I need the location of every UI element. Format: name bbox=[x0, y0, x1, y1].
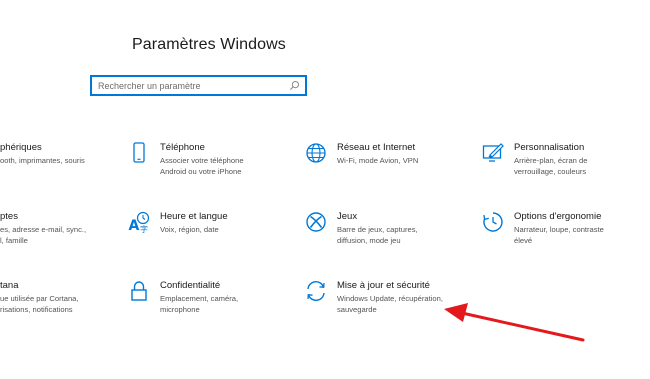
xbox-icon bbox=[306, 212, 326, 232]
tile-description: Windows Update, récupération, sauvegarde bbox=[337, 294, 443, 314]
annotation-arrow bbox=[444, 303, 585, 342]
tile-name: Jeux bbox=[337, 211, 358, 222]
tile-description: ooth, imprimantes, souris bbox=[0, 156, 85, 165]
tile-telephone[interactable]: Téléphone Associer votre téléphone Androi… bbox=[128, 142, 268, 182]
tile-cortana[interactable]: tana ue utilisée par Cortana, risations, … bbox=[0, 280, 110, 320]
tile-description: Barre de jeux, captures, diffusion, mode … bbox=[337, 225, 418, 245]
tile-name: Téléphone bbox=[160, 142, 205, 153]
tile-reseau-internet[interactable]: Réseau et Internet Wi-Fi, mode Avion, VP… bbox=[305, 142, 445, 182]
tile-name: Heure et langue bbox=[160, 211, 228, 222]
tile-personnalisation[interactable]: Personnalisation Arrière-plan, écran de v… bbox=[482, 142, 622, 182]
tile-name: tana bbox=[0, 280, 19, 291]
tile-name: phériques bbox=[0, 142, 42, 153]
tile-mise-a-jour-securite[interactable]: Mise à jour et sécurité Windows Update, … bbox=[305, 280, 455, 320]
tile-description: es, adresse e-mail, sync., l, famille bbox=[0, 225, 87, 245]
ease-of-access-icon bbox=[483, 212, 503, 232]
tile-heure-langue[interactable]: A 字 Heure et langue Voix, région, date bbox=[128, 211, 268, 251]
tile-description: Wi-Fi, mode Avion, VPN bbox=[337, 156, 419, 165]
tile-description: Arrière-plan, écran de verrouillage, coul… bbox=[514, 156, 588, 176]
search-box[interactable] bbox=[90, 75, 307, 96]
tile-name: Options d'ergonomie bbox=[514, 211, 602, 222]
page-title: Paramètres Windows bbox=[132, 36, 286, 53]
time-language-icon: A 字 bbox=[129, 211, 150, 233]
search-icon[interactable] bbox=[289, 80, 300, 91]
tile-confidentialite[interactable]: Confidentialité Emplacement, caméra, micr… bbox=[128, 280, 268, 320]
tile-name: Confidentialité bbox=[160, 280, 221, 291]
globe-icon bbox=[306, 143, 326, 163]
tile-name: Réseau et Internet bbox=[337, 142, 416, 153]
svg-text:字: 字 bbox=[140, 224, 148, 233]
tile-comptes[interactable]: ptes es, adresse e-mail, sync., l, famill… bbox=[0, 211, 110, 251]
tile-jeux[interactable]: Jeux Barre de jeux, captures, diffusion, … bbox=[305, 211, 445, 251]
tile-description: ue utilisée par Cortana, risations, notif… bbox=[0, 294, 79, 314]
tile-description: Narrateur, loupe, contraste élevé bbox=[514, 225, 604, 245]
tile-description: Emplacement, caméra, microphone bbox=[160, 294, 239, 314]
tile-name: ptes bbox=[0, 211, 18, 222]
tile-peripheriques[interactable]: phériques ooth, imprimantes, souris bbox=[0, 142, 110, 182]
tile-options-ergonomie[interactable]: Options d'ergonomie Narrateur, loupe, co… bbox=[482, 211, 622, 251]
tile-name: Mise à jour et sécurité bbox=[337, 280, 430, 291]
paint-icon bbox=[482, 143, 504, 162]
tile-description: Voix, région, date bbox=[160, 225, 219, 234]
phone-icon bbox=[133, 142, 145, 163]
lock-icon bbox=[131, 281, 147, 301]
sync-icon bbox=[307, 281, 325, 301]
search-input[interactable] bbox=[98, 79, 288, 93]
tile-name: Personnalisation bbox=[514, 142, 585, 153]
tile-description: Associer votre téléphone Android ou votre… bbox=[160, 156, 244, 176]
